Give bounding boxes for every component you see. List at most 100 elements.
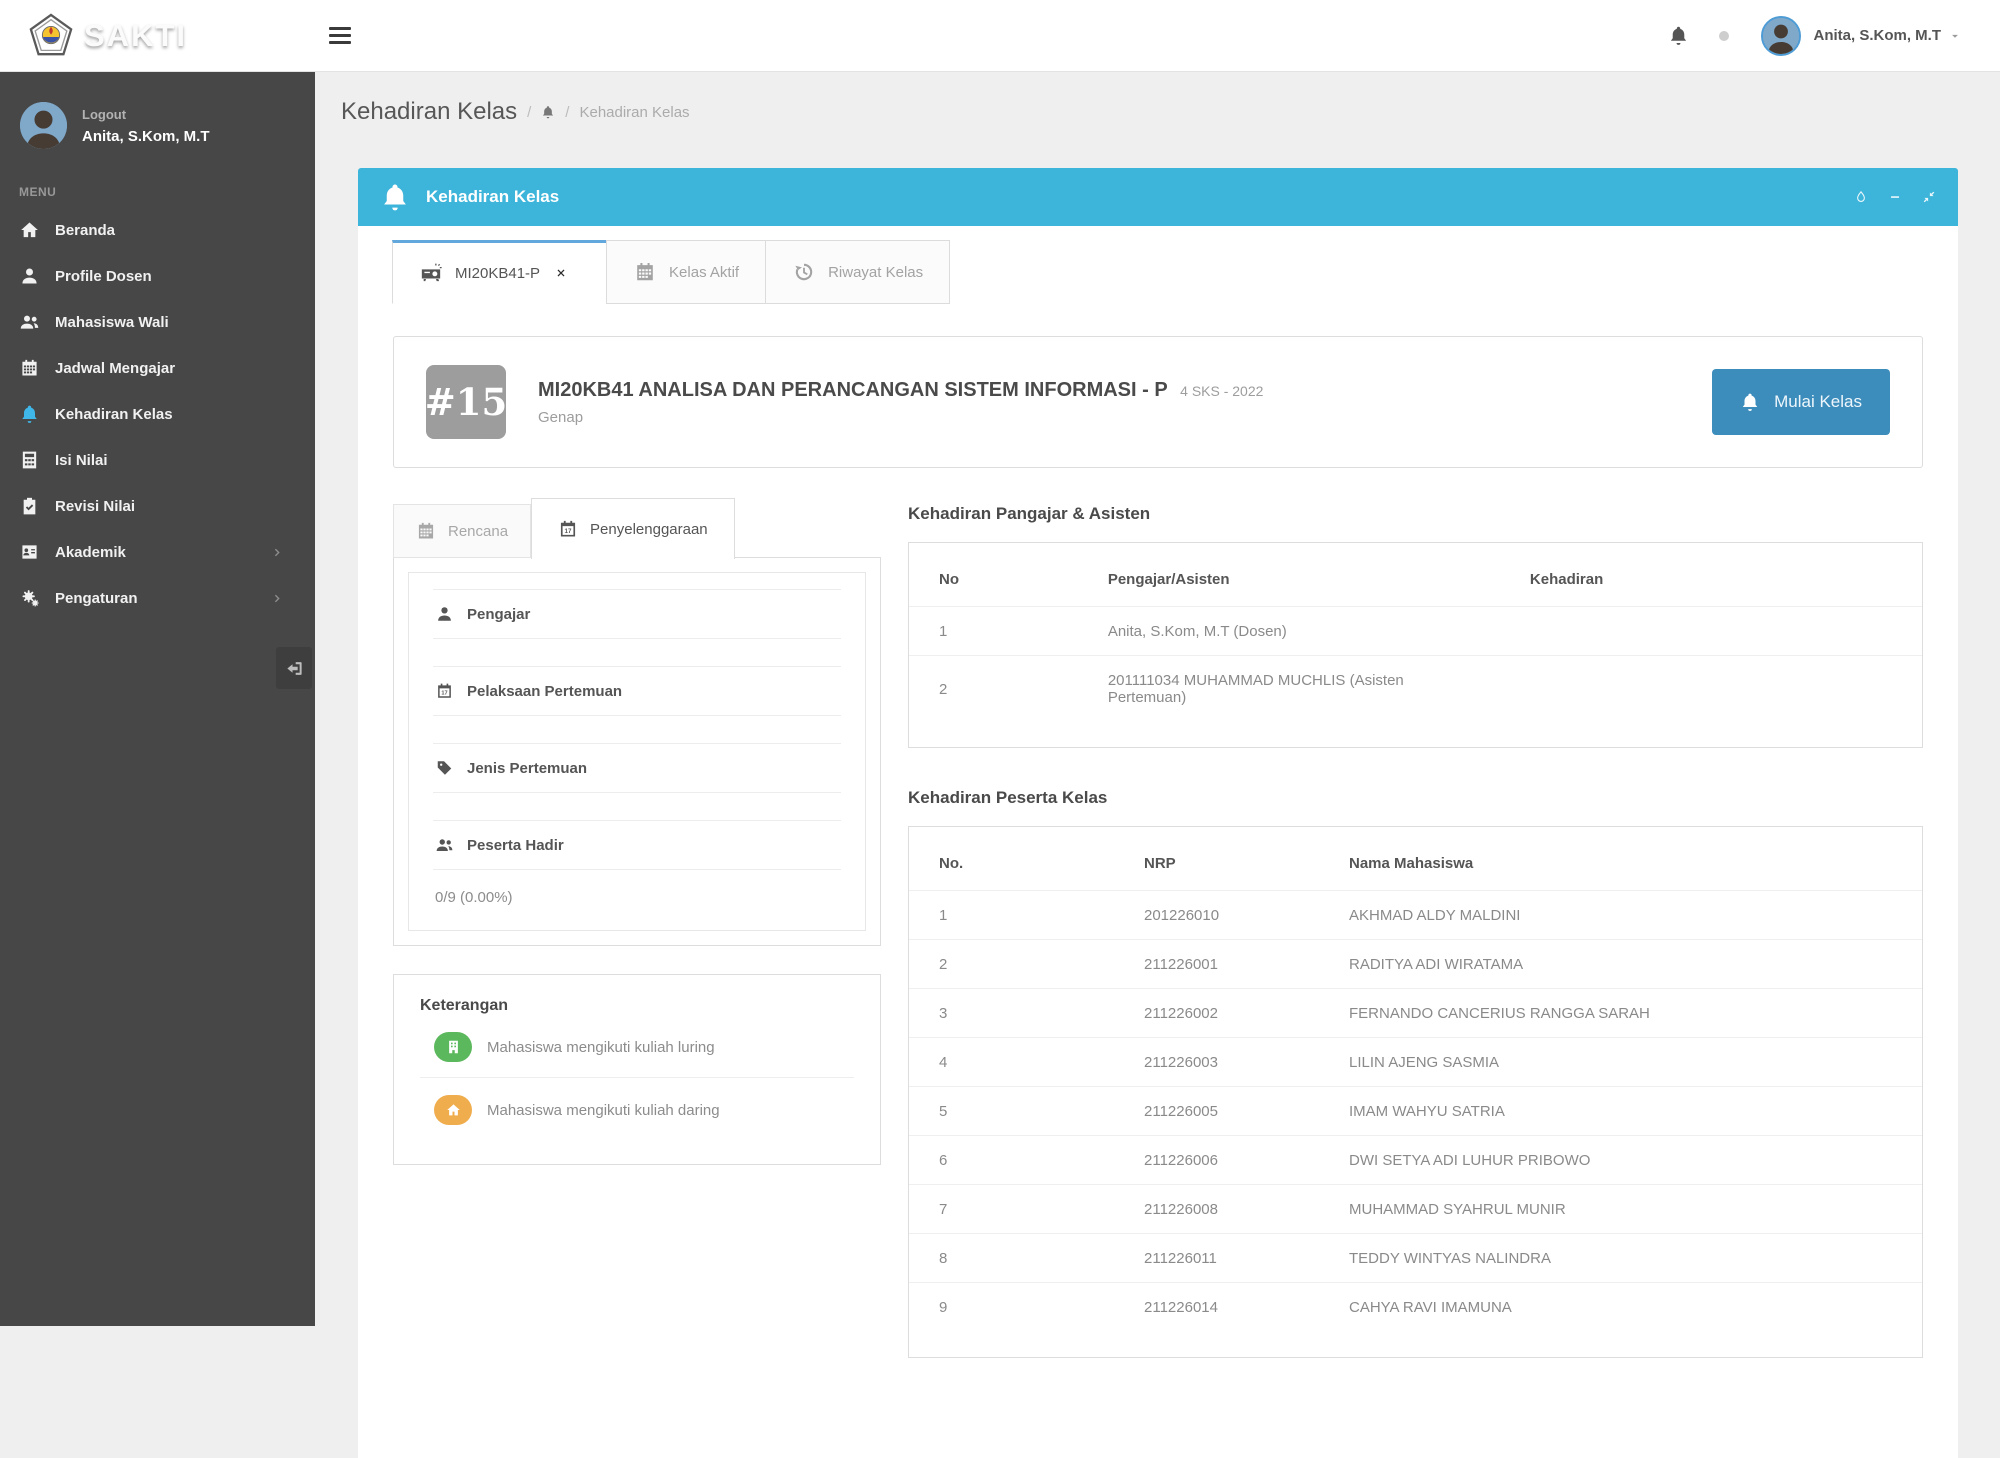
- users-icon: [19, 312, 40, 332]
- home-icon: [19, 220, 40, 240]
- sidebar-toggle-hamburger-icon[interactable]: [329, 16, 369, 56]
- sidebar-item-mahasiswa-wali[interactable]: Mahasiswa Wali: [0, 299, 315, 345]
- chevron-right-icon: [271, 546, 284, 559]
- table-row: 9 211226014 CAHYA RAVI IMAMUNA: [909, 1283, 1922, 1332]
- detail-peserta-hadir: Peserta Hadir 0/9 (0.00%): [433, 820, 841, 908]
- breadcrumb-home-bell-icon[interactable]: [541, 105, 555, 119]
- logo-wordmark: SAKTI: [84, 18, 187, 54]
- detail-pengajar: Pengajar: [433, 589, 841, 639]
- peserta-table-box: No.NRPNama Mahasiswa 1 201226010 AKHMAD …: [908, 826, 1923, 1358]
- table-row: 6 211226006 DWI SETYA ADI LUHUR PRIBOWO: [909, 1136, 1922, 1185]
- user-icon: [19, 266, 40, 286]
- sidebar-item-pengaturan[interactable]: Pengaturan: [0, 575, 315, 621]
- menu-section-label: MENU: [0, 155, 315, 207]
- calculator-icon: [19, 450, 40, 470]
- pengajar-table: NoPengajar/AsistenKehadiran 1 Anita, S.K…: [909, 551, 1922, 721]
- pengajar-col-kehadiran: Kehadiran: [1500, 551, 1922, 607]
- sidebar: Logout Anita, S.Kom, M.T MENU Beranda Pr…: [0, 72, 315, 1326]
- history-icon: [792, 261, 816, 283]
- chevron-right-icon: [271, 592, 284, 605]
- table-row: 8 211226011 TEDDY WINTYAS NALINDRA: [909, 1234, 1922, 1283]
- topbar: SAKTI Anita, S.Kom, M.T: [0, 0, 2000, 72]
- panel-header: Kehadiran Kelas: [358, 168, 1958, 226]
- close-tab-icon[interactable]: [554, 266, 568, 280]
- class-semester: Genap: [538, 409, 1263, 426]
- pengajar-table-heading: Kehadiran Pangajar & Asisten: [908, 504, 1923, 524]
- gears-icon: [19, 588, 40, 608]
- calendar-grid-icon: [19, 358, 40, 378]
- keterangan-title: Keterangan: [420, 997, 854, 1015]
- sidebar-collapse-button[interactable]: [276, 647, 312, 689]
- legend-mahasiswa-mengikuti-kuliah-luring: Mahasiswa mengikuti kuliah luring: [420, 1015, 854, 1077]
- logout-link[interactable]: Logout: [82, 107, 210, 122]
- panel-body: MI20KB41-P Kelas Aktif Riwayat Kel: [358, 226, 1958, 1458]
- table-row: 5 211226005 IMAM WAHYU SATRIA: [909, 1087, 1922, 1136]
- pengajar-table-box: NoPengajar/AsistenKehadiran 1 Anita, S.K…: [908, 542, 1923, 748]
- collapse-panel-icon[interactable]: [1888, 190, 1902, 204]
- page-title: Kehadiran Kelas: [341, 98, 517, 126]
- table-row: 1 Anita, S.Kom, M.T (Dosen): [909, 607, 1922, 656]
- tag-icon: [435, 759, 454, 777]
- user-icon: [435, 605, 454, 623]
- subtab-penyelenggaraan[interactable]: 17 Penyelenggaraan: [531, 498, 735, 559]
- pengajar-col-no: No: [909, 551, 1078, 607]
- panel-title: Kehadiran Kelas: [426, 187, 559, 207]
- notifications-bell-icon[interactable]: [1668, 25, 1689, 46]
- tab-riwayat-kelas[interactable]: Riwayat Kelas: [765, 240, 950, 304]
- table-row: 1 201226010 AKHMAD ALDY MALDINI: [909, 891, 1922, 940]
- building-icon: [446, 1039, 461, 1055]
- class-number-badge: #15: [426, 365, 506, 439]
- droplet-icon[interactable]: [1854, 190, 1868, 204]
- users-icon: [435, 836, 454, 854]
- university-emblem-icon: [28, 13, 74, 59]
- sidebar-user-name: Anita, S.Kom, M.T: [82, 128, 210, 145]
- sidebar-item-akademik[interactable]: Akademik: [0, 529, 315, 575]
- calendar-grid-icon: [416, 521, 436, 541]
- svg-text:17: 17: [441, 690, 447, 696]
- class-info-card: #15 MI20KB41 ANALISA DAN PERANCANGAN SIS…: [393, 336, 1923, 468]
- app-logo[interactable]: SAKTI: [0, 0, 315, 72]
- peserta-col-nama-mahasiswa: Nama Mahasiswa: [1319, 835, 1922, 891]
- sidebar-item-kehadiran-kelas[interactable]: Kehadiran Kelas: [0, 391, 315, 437]
- caret-down-icon[interactable]: [1948, 29, 1962, 43]
- projector-icon: [419, 262, 443, 284]
- sidebar-avatar: [20, 102, 67, 149]
- breadcrumb-current: Kehadiran Kelas: [579, 104, 689, 121]
- sidebar-item-beranda[interactable]: Beranda: [0, 207, 315, 253]
- compress-panel-icon[interactable]: [1922, 190, 1936, 204]
- legend-mahasiswa-mengikuti-kuliah-daring: Mahasiswa mengikuti kuliah daring: [420, 1077, 854, 1140]
- table-row: 3 211226002 FERNANDO CANCERIUS RANGGA SA…: [909, 989, 1922, 1038]
- calendar-17-icon: 17: [435, 682, 454, 700]
- user-menu[interactable]: Anita, S.Kom, M.T: [1814, 27, 1942, 44]
- tab-kelas-aktif[interactable]: Kelas Aktif: [606, 240, 766, 304]
- home-icon: [446, 1102, 461, 1118]
- mulai-kelas-button[interactable]: Mulai Kelas: [1712, 369, 1890, 435]
- class-title: MI20KB41 ANALISA DAN PERANCANGAN SISTEM …: [538, 379, 1168, 401]
- sidebar-item-jadwal-mengajar[interactable]: Jadwal Mengajar: [0, 345, 315, 391]
- table-row: 7 211226008 MUHAMMAD SYAHRUL MUNIR: [909, 1185, 1922, 1234]
- calendar-17-icon: 17: [558, 519, 578, 539]
- subtab-rencana[interactable]: Rencana: [393, 504, 531, 558]
- peserta-table-heading: Kehadiran Peserta Kelas: [908, 788, 1923, 808]
- table-row: 4 211226003 LILIN AJENG SASMIA: [909, 1038, 1922, 1087]
- user-avatar[interactable]: [1761, 16, 1801, 56]
- tab-mi20kb41-p[interactable]: MI20KB41-P: [392, 240, 607, 304]
- id-card-icon: [19, 542, 40, 562]
- peserta-table: No.NRPNama Mahasiswa 1 201226010 AKHMAD …: [909, 835, 1922, 1331]
- sidebar-item-isi-nilai[interactable]: Isi Nilai: [0, 437, 315, 483]
- table-row: 2 201111034 MUHAMMAD MUCHLIS (Asisten Pe…: [909, 656, 1922, 722]
- status-dot-icon: [1719, 31, 1729, 41]
- content-area: Kehadiran Kelas / / Kehadiran Kelas Keha…: [315, 72, 2000, 1326]
- bell-icon: [1740, 391, 1760, 413]
- detail-pelaksaan-pertemuan: 17 Pelaksaan Pertemuan: [433, 666, 841, 716]
- calendar-grid-icon: [633, 261, 657, 283]
- sidebar-item-revisi-nilai[interactable]: Revisi Nilai: [0, 483, 315, 529]
- pengajar-col-pengajar-asisten: Pengajar/Asisten: [1078, 551, 1500, 607]
- sidebar-user-panel: Logout Anita, S.Kom, M.T: [0, 72, 315, 155]
- breadcrumb: Kehadiran Kelas / / Kehadiran Kelas: [315, 72, 2000, 126]
- sidebar-item-profile-dosen[interactable]: Profile Dosen: [0, 253, 315, 299]
- sign-out-icon: [285, 659, 304, 678]
- table-row: 2 211226001 RADITYA ADI WIRATAMA: [909, 940, 1922, 989]
- detail-jenis-pertemuan: Jenis Pertemuan: [433, 743, 841, 793]
- clipboard-check-icon: [19, 496, 40, 516]
